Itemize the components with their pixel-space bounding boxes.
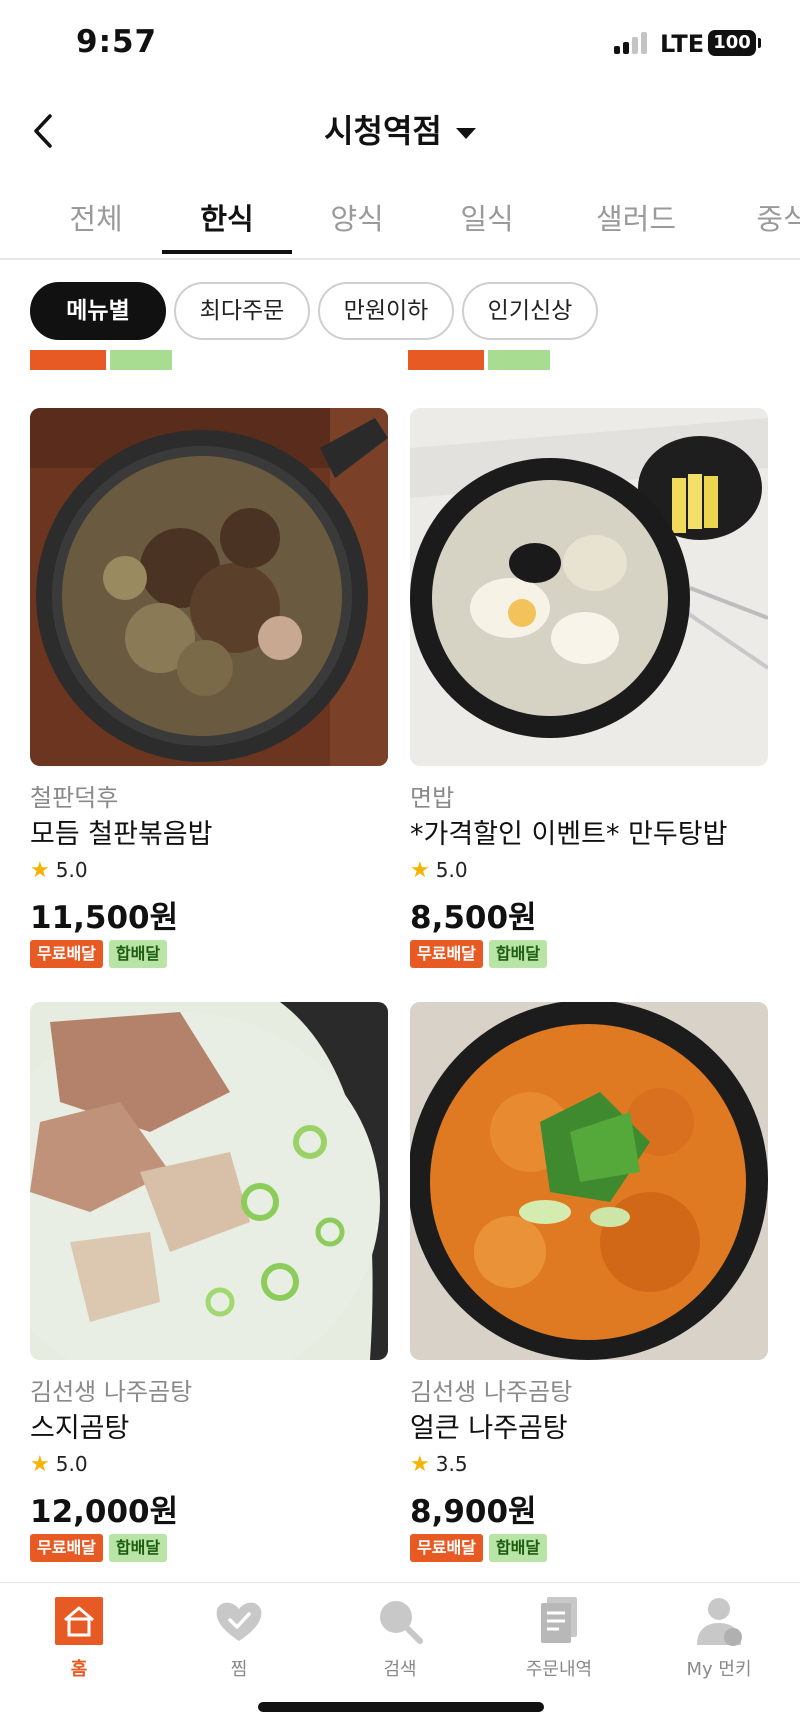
store-name: 김선생 나주곰탕 xyxy=(410,1378,573,1406)
store-name: 김선생 나주곰탕 xyxy=(30,1378,193,1406)
network-type: LTE xyxy=(660,30,705,58)
combined-delivery-badge: 합배달 xyxy=(108,1534,168,1562)
rating-value: 5.0 xyxy=(55,858,88,882)
home-icon xyxy=(55,1597,103,1645)
menu-card[interactable]: 김선생 나주곰탕 얼큰 나주곰탕 ★ 3.5 8,900원 무료배달 합배달 xyxy=(410,1002,768,1562)
menu-price: 11,500원 xyxy=(30,900,179,936)
search-icon xyxy=(380,1601,423,1644)
store-name: 면밥 xyxy=(410,784,455,812)
delivery-badges: 무료배달 합배달 xyxy=(30,1534,388,1562)
rating-value: 5.0 xyxy=(55,1452,88,1476)
tab-chinese[interactable]: 중식 xyxy=(748,196,800,238)
free-delivery-badge: 무료배달 xyxy=(30,1534,103,1562)
rating-value: 5.0 xyxy=(435,858,468,882)
menu-price: 8,500원 xyxy=(410,900,537,936)
nav-home[interactable]: 홈 xyxy=(24,1593,134,1681)
free-delivery-badge: 무료배달 xyxy=(30,940,103,968)
chip-most-ordered[interactable]: 최다주문 xyxy=(174,282,310,340)
profile-icon xyxy=(697,1598,742,1646)
menu-card[interactable]: 면밥 *가격할인 이벤트* 만두탕밥 ★ 5.0 8,500원 무료배달 합배달 xyxy=(410,408,768,968)
active-tab-indicator xyxy=(162,250,292,254)
rating: ★ 5.0 xyxy=(410,856,768,884)
rating: ★ 5.0 xyxy=(30,856,388,884)
nav-home-label: 홈 xyxy=(70,1659,88,1680)
tab-western[interactable]: 양식 xyxy=(322,196,392,238)
category-tabs: 전체 한식 양식 일식 샐러드 중식 xyxy=(0,188,800,260)
clipped-badges xyxy=(30,350,174,370)
menu-name: 스지곰탕 xyxy=(30,1413,130,1444)
receipt-icon xyxy=(541,1597,577,1643)
delivery-badges: 무료배달 합배달 xyxy=(410,1534,768,1562)
clipped-badges xyxy=(408,350,552,370)
store-name: 철판덕후 xyxy=(30,784,119,812)
nav-my-page-label: My 먼키 xyxy=(686,1659,752,1680)
rating: ★ 5.0 xyxy=(30,1450,388,1478)
chip-by-menu[interactable]: 메뉴별 xyxy=(30,282,166,340)
food-photo xyxy=(30,1002,388,1360)
tab-salad[interactable]: 샐러드 xyxy=(586,196,686,238)
page-title: 시청역점 xyxy=(324,112,442,150)
tab-all[interactable]: 전체 xyxy=(62,196,130,238)
food-photo xyxy=(30,408,388,766)
menu-name: *가격할인 이벤트* 만두탕밥 xyxy=(410,819,728,850)
chip-popular-new[interactable]: 인기신상 xyxy=(462,282,598,340)
tab-japanese[interactable]: 일식 xyxy=(452,196,522,238)
heart-icon xyxy=(216,1602,262,1641)
free-delivery-badge: 무료배달 xyxy=(410,1534,483,1562)
battery-icon: 100 xyxy=(708,30,761,56)
home-indicator xyxy=(258,1702,544,1712)
menu-card[interactable]: 김선생 나주곰탕 스지곰탕 ★ 5.0 12,000원 무료배달 합배달 xyxy=(30,1002,388,1562)
header: 시청역점 xyxy=(0,100,800,164)
menu-name: 얼큰 나주곰탕 xyxy=(410,1413,568,1444)
store-selector[interactable]: 시청역점 xyxy=(0,106,800,152)
food-photo xyxy=(410,408,768,766)
nav-wishlist-label: 찜 xyxy=(230,1659,248,1680)
nav-search-label: 검색 xyxy=(383,1659,417,1680)
star-icon: ★ xyxy=(30,1451,50,1477)
status-bar: 9:57 LTE 100 xyxy=(0,0,800,88)
food-photo xyxy=(410,1002,768,1360)
star-icon: ★ xyxy=(30,857,50,883)
free-delivery-badge: 무료배달 xyxy=(410,940,483,968)
menu-card[interactable]: 철판덕후 모듬 철판볶음밥 ★ 5.0 11,500원 무료배달 합배달 xyxy=(30,408,388,968)
combined-delivery-badge: 합배달 xyxy=(108,940,168,968)
menu-name: 모듬 철판볶음밥 xyxy=(30,819,213,850)
combined-delivery-badge: 합배달 xyxy=(488,1534,548,1562)
tab-korean[interactable]: 한식 xyxy=(192,196,262,238)
chip-under-10000[interactable]: 만원이하 xyxy=(318,282,454,340)
nav-orders[interactable]: 주문내역 xyxy=(504,1593,614,1681)
status-time: 9:57 xyxy=(76,24,158,60)
rating: ★ 3.5 xyxy=(410,1450,768,1478)
star-icon: ★ xyxy=(410,1451,430,1477)
menu-price: 12,000원 xyxy=(30,1494,179,1530)
star-icon: ★ xyxy=(410,857,430,883)
menu-price: 8,900원 xyxy=(410,1494,537,1530)
rating-value: 3.5 xyxy=(435,1452,468,1476)
combined-delivery-badge: 합배달 xyxy=(488,940,548,968)
nav-wishlist[interactable]: 찜 xyxy=(184,1593,294,1681)
signal-icon xyxy=(614,32,652,54)
nav-search[interactable]: 검색 xyxy=(345,1593,455,1681)
delivery-badges: 무료배달 합배달 xyxy=(30,940,388,968)
delivery-badges: 무료배달 합배달 xyxy=(410,940,768,968)
nav-my-page[interactable]: My 먼키 xyxy=(664,1593,774,1681)
caret-down-icon xyxy=(455,127,476,139)
nav-orders-label: 주문내역 xyxy=(525,1659,593,1680)
